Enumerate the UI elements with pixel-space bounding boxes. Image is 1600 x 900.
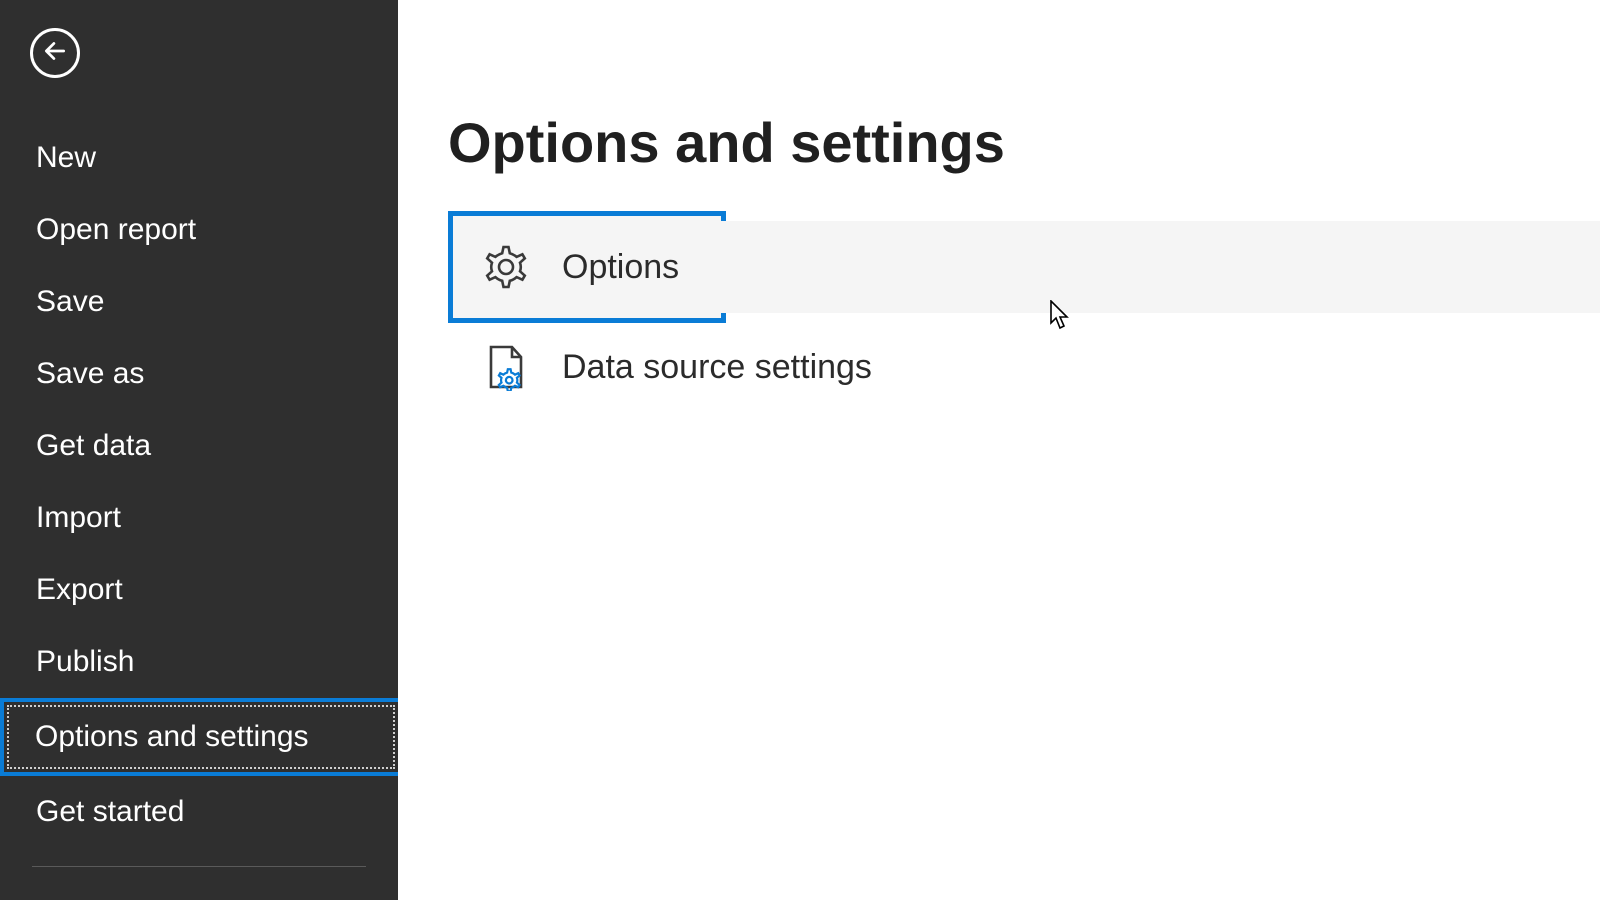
sidebar-item-get-started[interactable]: Get started xyxy=(0,776,398,848)
sidebar-item-label: Save xyxy=(36,285,104,318)
sidebar-divider xyxy=(32,866,366,867)
options-button[interactable]: Options xyxy=(448,217,1600,317)
sidebar-item-label: Import xyxy=(36,501,121,534)
data-source-settings-label: Data source settings xyxy=(562,348,872,387)
options-label: Options xyxy=(562,248,679,287)
data-source-settings-button[interactable]: Data source settings xyxy=(448,317,1600,417)
content-pane: Options and settings Options xyxy=(398,0,1600,900)
sidebar-item-save-as[interactable]: Save as xyxy=(0,338,398,410)
sidebar-item-label: Get data xyxy=(36,429,151,462)
sidebar-item-label: Publish xyxy=(36,645,134,678)
gear-icon xyxy=(478,239,534,295)
sidebar-item-get-data[interactable]: Get data xyxy=(0,410,398,482)
sidebar-item-import[interactable]: Import xyxy=(0,482,398,554)
sidebar-item-label: Save as xyxy=(36,357,144,390)
document-gear-icon xyxy=(478,339,534,395)
page-title: Options and settings xyxy=(448,110,1600,175)
sidebar-item-label: Export xyxy=(36,573,123,606)
back-arrow-icon xyxy=(42,38,68,69)
sidebar-item-label: New xyxy=(36,141,96,174)
sidebar-item-save[interactable]: Save xyxy=(0,266,398,338)
app-root: New Open report Save Save as Get data Im… xyxy=(0,0,1600,900)
back-button[interactable] xyxy=(30,28,80,78)
file-sidebar: New Open report Save Save as Get data Im… xyxy=(0,0,398,900)
sidebar-item-label: Open report xyxy=(36,213,196,246)
hover-strip xyxy=(716,221,1600,313)
sidebar-item-open-report[interactable]: Open report xyxy=(0,194,398,266)
sidebar-item-publish[interactable]: Publish xyxy=(0,626,398,698)
sidebar-item-label: Options and settings xyxy=(35,720,309,753)
sidebar-item-options-and-settings[interactable]: Options and settings xyxy=(0,698,398,776)
sidebar-item-label: Get started xyxy=(36,795,184,828)
sidebar-item-new[interactable]: New xyxy=(0,122,398,194)
sidebar-item-export[interactable]: Export xyxy=(0,554,398,626)
cursor-icon xyxy=(1050,300,1072,335)
